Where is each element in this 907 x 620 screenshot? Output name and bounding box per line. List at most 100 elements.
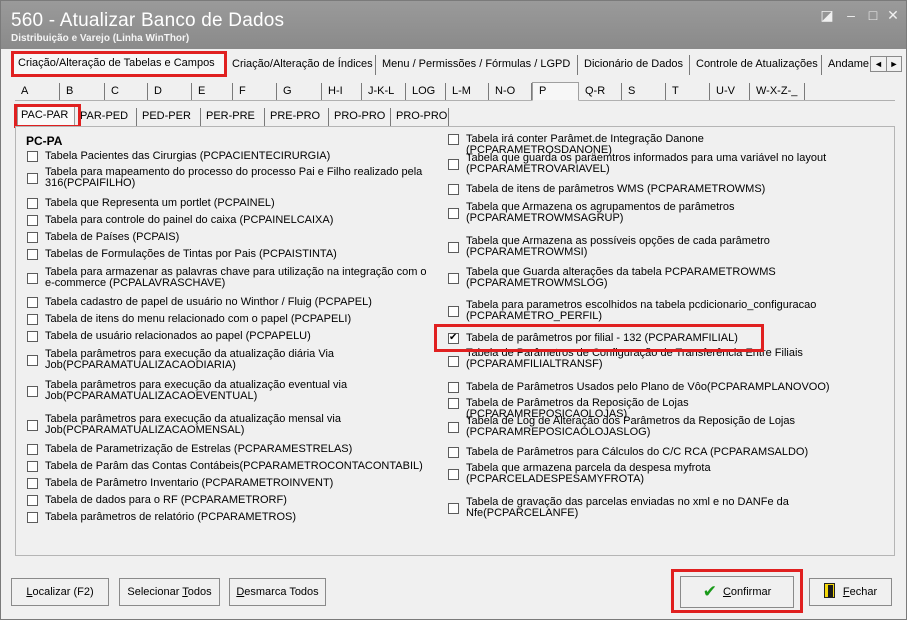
list-item[interactable]: Tabela para parametros escolhidos na tab…	[448, 300, 848, 322]
checkbox[interactable]	[27, 461, 38, 472]
arrow-left-icon[interactable]: ◄	[871, 57, 886, 71]
tab-range-pro-pro-1[interactable]: PRO-PRO	[331, 108, 391, 126]
checkbox[interactable]	[448, 503, 459, 514]
list-item[interactable]: Tabela de Parâmetros para Cálculos do C/…	[448, 447, 848, 458]
checkbox[interactable]	[448, 306, 459, 317]
list-item[interactable]: Tabela parâmetros para execução da atual…	[27, 349, 427, 371]
checkbox[interactable]	[27, 331, 38, 342]
tab-letter-q-r[interactable]: Q-R	[579, 83, 622, 100]
list-item[interactable]: Tabela de Parâmetro Inventario (PCPARAME…	[27, 478, 427, 489]
maximize-icon[interactable]: □	[865, 7, 881, 23]
list-item[interactable]: Tabela que guarda os paräemtros informad…	[448, 153, 848, 175]
tab-letter-t[interactable]: T	[666, 83, 710, 100]
tab-indexes[interactable]: Criação/Alteração de Índices	[228, 55, 376, 75]
checkbox[interactable]	[27, 273, 38, 284]
list-item[interactable]: Tabela parâmetros para execução da atual…	[27, 414, 427, 436]
list-item[interactable]: Tabela parâmetros para execução da atual…	[27, 380, 427, 402]
checkbox[interactable]	[448, 273, 459, 284]
tab-letter-h-i[interactable]: H-I	[322, 83, 362, 100]
tab-range-pre-pro[interactable]: PRE-PRO	[267, 108, 329, 126]
list-item[interactable]: Tabela de Países (PCPAIS)	[27, 232, 427, 243]
tab-letter-a[interactable]: A	[15, 83, 60, 100]
select-all-button[interactable]: Selecionar Todos	[119, 578, 220, 606]
checkbox[interactable]	[448, 134, 459, 145]
deselect-all-button[interactable]: Desmarca Todos	[229, 578, 326, 606]
list-item[interactable]: Tabela de itens de parâmetros WMS (PCPAR…	[448, 184, 848, 195]
list-item[interactable]: Tabelas de Formulações de Tintas por Pai…	[27, 249, 427, 260]
checkbox[interactable]	[448, 398, 459, 409]
checkbox[interactable]	[27, 386, 38, 397]
list-item[interactable]: Tabela que Guarda alterações da tabela P…	[448, 267, 848, 289]
list-item[interactable]: Tabela de Parâm das Contas Contábeis(PCP…	[27, 461, 427, 472]
tab-letter-n-o[interactable]: N-O	[489, 83, 532, 100]
close-button[interactable]: Fechar	[809, 578, 892, 606]
arrow-right-icon[interactable]: ►	[886, 57, 901, 71]
checkbox[interactable]	[448, 382, 459, 393]
checkbox[interactable]	[448, 422, 459, 433]
list-item[interactable]: Tabela Pacientes das Cirurgias (PCPACIEN…	[27, 151, 427, 162]
checkbox[interactable]	[27, 355, 38, 366]
list-item[interactable]: Tabela de itens do menu relacionado com …	[27, 314, 427, 325]
list-item[interactable]: Tabela de usuário relacionados ao papel …	[27, 331, 427, 342]
tab-range-ped-per[interactable]: PED-PER	[139, 108, 201, 126]
checkbox[interactable]	[448, 447, 459, 458]
tab-range-per-pre[interactable]: PER-PRE	[203, 108, 265, 126]
list-item[interactable]: Tabela de Log de Alteração dos Parâmetro…	[448, 416, 848, 438]
list-item[interactable]: Tabela de gravação das parcelas enviadas…	[448, 497, 848, 519]
tab-letter-e[interactable]: E	[192, 83, 233, 100]
list-item[interactable]: Tabela de dados para o RF (PCPARAMETRORF…	[27, 495, 427, 506]
tab-data-dictionary[interactable]: Dicionário de Dados	[580, 55, 690, 75]
checkbox[interactable]	[448, 242, 459, 253]
tab-letter-p[interactable]: P	[532, 82, 579, 101]
list-item[interactable]: Tabela que Armazena os agrupamentos de p…	[448, 202, 848, 224]
checkbox[interactable]	[27, 173, 38, 184]
tab-letter-d[interactable]: D	[148, 83, 192, 100]
tab-range-pro-pro-2[interactable]: PRO-PRO	[393, 108, 449, 126]
tab-range-par-ped[interactable]: PAR-PED	[77, 108, 137, 126]
list-item[interactable]: Tabela que Representa um portlet (PCPAIN…	[27, 198, 427, 209]
checkbox[interactable]	[27, 215, 38, 226]
tab-letter-w-x-z[interactable]: W-X-Z-_	[750, 83, 805, 100]
tab-letter-f[interactable]: F	[233, 83, 277, 100]
checkbox[interactable]	[27, 314, 38, 325]
tab-letter-c[interactable]: C	[105, 83, 148, 100]
list-item[interactable]: Tabela de Parâmetros Usados pelo Plano d…	[448, 382, 848, 393]
tab-update-control[interactable]: Controle de Atualizações	[692, 55, 822, 75]
checkbox[interactable]	[27, 495, 38, 506]
list-item[interactable]: Tabela que armazena parcela da despesa m…	[448, 463, 848, 485]
tab-progress[interactable]: Andame	[824, 55, 870, 75]
tab-range-pac-par[interactable]: PAC-PAR	[17, 106, 75, 126]
confirm-button[interactable]: ✔ Confirmar	[680, 576, 794, 608]
checkbox[interactable]	[27, 297, 38, 308]
list-item[interactable]: Tabela para mapeamento do processo do pr…	[27, 167, 427, 189]
list-item[interactable]: Tabela para controle do painel do caixa …	[27, 215, 427, 226]
list-item[interactable]: Tabela cadastro de papel de usuário no W…	[27, 297, 427, 308]
checkbox[interactable]	[27, 512, 38, 523]
list-item[interactable]: Tabela parâmetros de relatório (PCPARAME…	[27, 512, 427, 523]
tab-letter-j-k-l[interactable]: J-K-L	[362, 83, 406, 100]
tab-letter-u-v[interactable]: U-V	[710, 83, 750, 100]
checkbox[interactable]	[27, 249, 38, 260]
checkbox[interactable]	[448, 159, 459, 170]
checkbox[interactable]	[27, 232, 38, 243]
checkbox[interactable]	[448, 184, 459, 195]
list-item[interactable]: Tabela para armazenar as palavras chave …	[27, 267, 427, 289]
checkbox[interactable]	[27, 444, 38, 455]
tab-letter-log[interactable]: LOG	[406, 83, 446, 100]
restore-icon[interactable]: ◪	[819, 7, 835, 23]
tab-letter-l-m[interactable]: L-M	[446, 83, 489, 100]
list-item[interactable]: Tabela que Armazena as possíveis opções …	[448, 236, 848, 258]
tab-tables-fields[interactable]: Criação/Alteração de Tabelas e Campos	[13, 53, 226, 75]
checkbox[interactable]	[27, 151, 38, 162]
tab-letter-b[interactable]: B	[60, 83, 105, 100]
checkbox[interactable]	[448, 356, 459, 367]
list-item[interactable]: Tabela de Parametrização de Estrelas (PC…	[27, 444, 427, 455]
checkbox[interactable]	[27, 420, 38, 431]
minimize-icon[interactable]: –	[843, 7, 859, 23]
checkbox-checked[interactable]	[448, 332, 459, 344]
tab-letter-s[interactable]: S	[622, 83, 666, 100]
close-icon[interactable]: ✕	[885, 7, 901, 23]
list-item[interactable]: Tabela de Parâmetros de Configuração de …	[448, 348, 848, 370]
checkbox[interactable]	[27, 478, 38, 489]
list-item-selected[interactable]: Tabela de parâmetros por filial - 132 (P…	[448, 332, 848, 344]
